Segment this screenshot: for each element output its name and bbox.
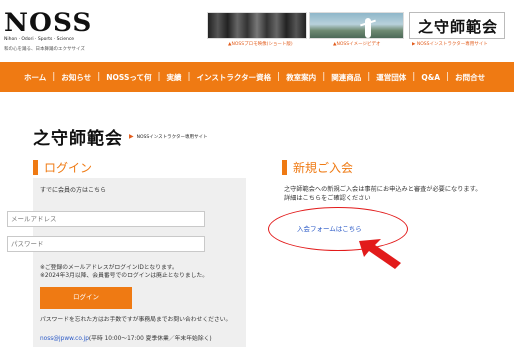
nav-separator: | [322,72,326,82]
password-field[interactable] [7,236,205,252]
heading-accent-bar [282,160,287,175]
nav-products[interactable]: 関連商品 [331,72,361,83]
site-header: NOSS Nihon · Odori · Sports · Science 和の… [0,0,514,62]
triangle-right-icon: ▶ [129,133,134,140]
nav-contact[interactable]: お問合せ [455,72,485,83]
promo-video-banner[interactable] [207,12,307,39]
nav-separator: | [52,72,56,82]
image-video-caption[interactable]: ▲NOSSイメージビデオ [333,41,381,47]
nav-separator: | [277,72,281,82]
brand-title: 之守師範会 ▶ NOSSインストラクター専用サイト [33,124,207,149]
nav-instructor[interactable]: インストラクター資格 [197,72,272,83]
nav-separator: | [446,72,450,82]
nav-separator: | [412,72,416,82]
contact-email-link[interactable]: noss@jpww.co.jp [40,336,89,342]
brand-subtitle: NOSSインストラクター専用サイト [136,134,208,140]
contact-line: noss@jpww.co.jp(平時 10:00～17:00 夏季休業／年末年始… [40,333,212,342]
brand-name: 之守師範会 [33,129,123,149]
nav-home[interactable]: ホーム [24,72,46,83]
login-note-member-number: ※2024年3月以降、会員番号でのログインは廃止となりました。 [40,273,209,279]
nav-separator: | [187,72,191,82]
noss-logo[interactable]: NOSS Nihon · Odori · Sports · Science 和の… [4,10,109,56]
login-heading-text: ログイン [44,161,93,175]
register-text-2: 詳細はこちらをご確認ください [284,195,371,202]
forgot-password-text: パスワードを忘れた方はお手数ですが事務局までお問い合わせください。 [40,317,232,323]
login-heading: ログイン [33,159,92,176]
logo-subtext: 和の心を踊る、日本舞踊のエクササイズ [4,47,85,52]
register-text-1: 之守師範会への新規ご入会は事前にお申込みと審査が必要になります。 [284,186,482,193]
nav-separator: | [157,72,161,82]
nav-separator: | [97,72,101,82]
register-description: 之守師範会への新規ご入会は事前にお申込みと審査が必要になります。 詳細はこちらを… [284,185,499,203]
nav-news[interactable]: お知らせ [61,72,91,83]
login-intro: すでに会員の方はこちら [40,187,107,194]
pointer-arrow-icon [359,239,401,269]
contact-hours: (平時 10:00～17:00 夏季休業／年末年始除く) [88,336,212,342]
nav-about[interactable]: NOSSって何 [106,72,151,83]
nav-results[interactable]: 実績 [167,72,182,83]
nav-separator: | [367,72,371,82]
instructor-site-caption[interactable]: ▶ NOSSインストラクター専用サイト [412,41,488,47]
register-heading-text: 新規ご入会 [293,161,354,175]
promo-video-caption[interactable]: ▲NOSSプロモ映像(ショート版) [228,41,293,47]
nav-classes[interactable]: 教室案内 [286,72,316,83]
heading-accent-bar [33,160,38,175]
instructor-site-title: 之守師範会 [418,18,499,36]
nav-faq[interactable]: Q&A [421,73,440,82]
logo-tagline: Nihon · Odori · Sports · Science [4,37,75,42]
login-button[interactable]: ログイン [40,287,132,309]
instructor-site-banner[interactable]: 之守師範会 [409,12,505,39]
email-field[interactable] [7,211,205,227]
nav-organization[interactable]: 運営団体 [376,72,406,83]
register-heading: 新規ご入会 [282,159,353,176]
image-video-banner[interactable] [309,12,404,39]
logo-text: NOSS [4,8,93,37]
main-nav: ホーム | お知らせ | NOSSって何 | 実績 | インストラクター資格 |… [0,62,514,92]
